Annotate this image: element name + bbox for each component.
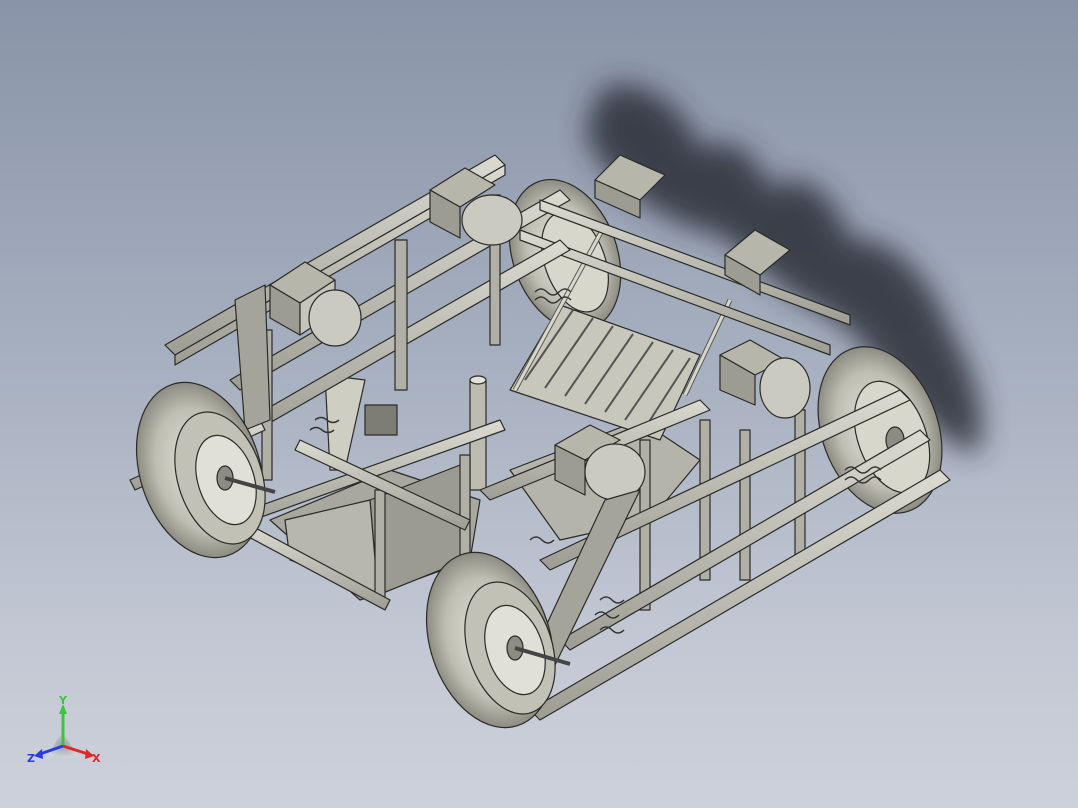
y-axis-label: Y — [58, 694, 68, 707]
coordinate-triad: Y X Z — [27, 694, 101, 765]
3d-model-view[interactable] — [0, 0, 1078, 808]
z-axis-label: Z — [27, 752, 35, 765]
graphics-viewport[interactable]: Y X Z — [0, 0, 1078, 808]
x-axis-label: X — [92, 752, 101, 765]
